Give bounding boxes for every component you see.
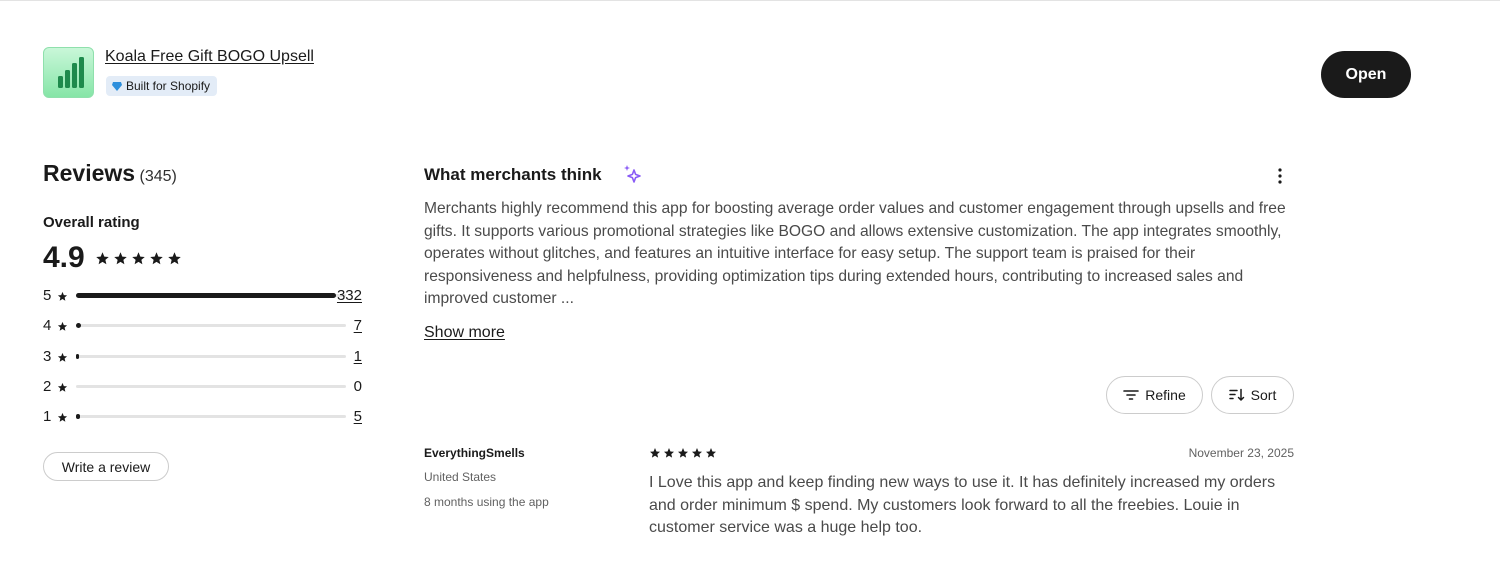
star-icon [168,252,181,265]
star-icon [96,252,109,265]
open-app-button[interactable]: Open [1321,51,1411,98]
overall-rating-stars [95,251,182,266]
reviews-heading: Reviews (345) [43,160,177,187]
built-for-shopify-badge: Built for Shopify [106,76,218,96]
app-logo-icon[interactable] [43,47,94,98]
rating-row-label: 4 [43,317,52,334]
star-icon [57,321,68,331]
merchants-summary-text: Merchants highly recommend this app for … [424,200,1286,308]
star-icon [57,291,68,301]
app-name-link[interactable]: Koala Free Gift BOGO Upsell [105,48,314,66]
filter-icon [1123,390,1140,400]
review-country: United States [424,470,497,484]
star-icon [692,448,702,458]
refine-label: Refine [1145,387,1186,403]
reviews-count: (345) [139,168,177,185]
rating-bar [76,414,346,419]
diamond-icon [112,81,122,91]
rating-bar-fill [76,323,81,328]
star-icon [132,252,145,265]
rating-row-label: 3 [43,348,52,365]
rating-row-count[interactable]: 5 [354,408,362,425]
badge-label: Built for Shopify [126,79,211,93]
rating-row-3[interactable]: 3 1 [43,347,363,367]
star-icon [664,448,674,458]
star-icon [57,412,68,422]
review-stars [649,447,717,459]
rating-row-count[interactable]: 1 [354,348,362,365]
rating-bar [76,293,346,298]
star-icon [57,352,68,362]
rating-bar-fill [76,414,80,419]
sort-icon [1228,388,1244,401]
star-icon [150,252,163,265]
star-icon [114,252,127,265]
sparkle-icon [624,165,641,183]
review-usage-duration: 8 months using the app [424,495,549,509]
overall-rating-value: 4.9 [43,241,85,274]
review-author: EverythingSmells [424,446,525,460]
rating-row-label: 2 [43,378,52,395]
rating-row-1[interactable]: 1 5 [43,407,363,427]
show-more-link[interactable]: Show more [424,324,505,342]
overall-rating-label: Overall rating [43,214,140,231]
top-divider [0,0,1500,1]
rating-row-label: 1 [43,408,52,425]
star-icon [706,448,716,458]
sort-button[interactable]: Sort [1211,376,1294,414]
rating-row-5[interactable]: 5 332 [43,286,363,306]
star-icon [57,382,68,392]
rating-bar [76,323,346,328]
rating-row-label: 5 [43,287,52,304]
star-icon [678,448,688,458]
reviews-title: Reviews [43,160,136,186]
write-review-button[interactable]: Write a review [43,452,169,481]
refine-button[interactable]: Refine [1106,376,1203,414]
rating-bar-fill [76,354,79,359]
sort-label: Sort [1250,387,1277,403]
rating-row-count[interactable]: 7 [354,317,362,334]
review-body: I Love this app and keep finding new way… [649,474,1276,536]
rating-bar [76,354,346,359]
star-icon [650,448,660,458]
review-date: November 23, 2025 [1188,446,1294,460]
rating-bar-fill [76,293,336,298]
rating-row-count: 0 [353,378,362,395]
rating-row-count[interactable]: 332 [337,287,362,304]
rating-row-4[interactable]: 4 7 [43,316,363,336]
merchants-summary-title: What merchants think [424,165,602,184]
more-options-icon[interactable] [1273,166,1287,186]
rating-row-2: 2 0 [43,377,363,397]
rating-bar [76,385,346,388]
